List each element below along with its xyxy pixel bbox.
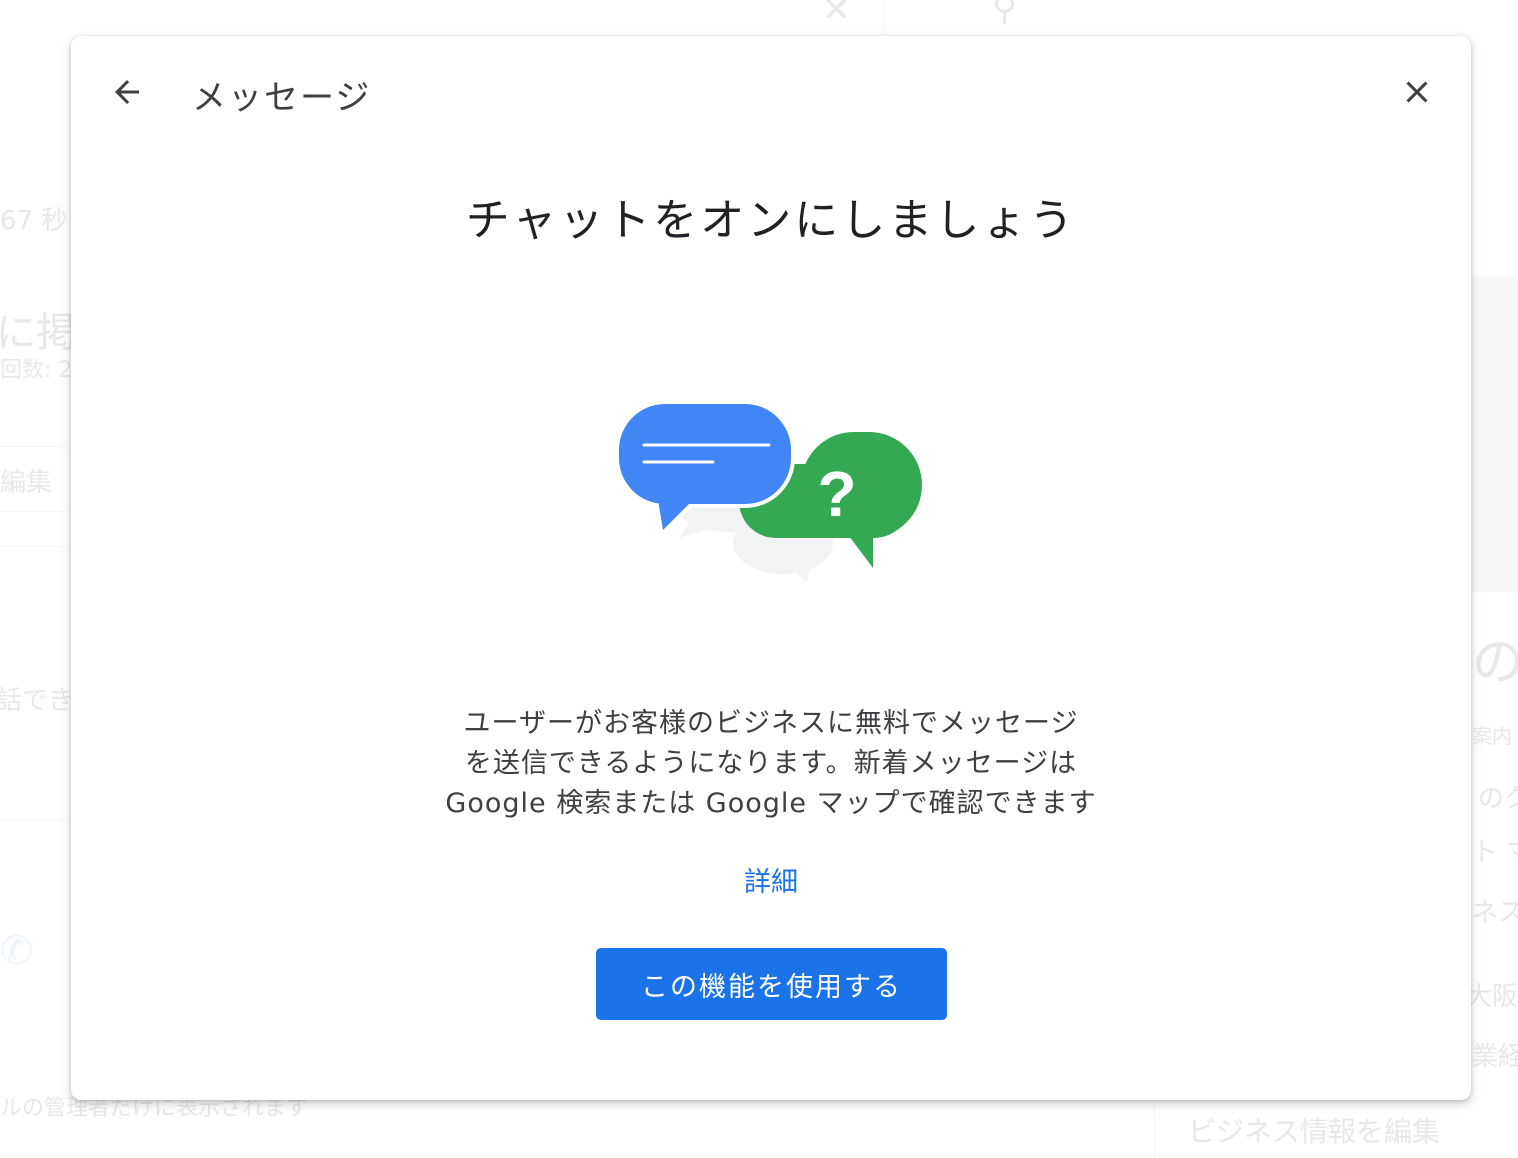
dialog-heading: チャットをオンにしましょう [465, 195, 1077, 246]
description-line: を送信できるようになります。新着メッセージは [464, 748, 1078, 779]
chat-bubbles-illustration: ? [615, 400, 925, 582]
dialog-title: メッセージ [192, 78, 372, 118]
messaging-dialog: メッセージ チャットをオンにしましょう ? ユーザーがお客様のビジネスに無料でメ… [71, 36, 1471, 1100]
details-link-row: 詳細 [71, 860, 1471, 899]
back-button[interactable] [101, 66, 153, 118]
use-feature-button[interactable]: この機能を使用する [596, 948, 947, 1020]
dialog-description: ユーザーがお客様のビジネスに無料でメッセージ を送信できるようになります。新着メ… [71, 704, 1471, 824]
svg-text:?: ? [817, 458, 856, 530]
arrow-left-icon [115, 80, 139, 104]
description-line: Google 検索または Google マップで確認できます [445, 788, 1097, 819]
details-link[interactable]: 詳細 [744, 867, 798, 898]
description-line: ユーザーがお客様のビジネスに無料でメッセージ [463, 708, 1079, 739]
close-button[interactable] [1391, 66, 1443, 118]
close-icon [1406, 81, 1428, 103]
